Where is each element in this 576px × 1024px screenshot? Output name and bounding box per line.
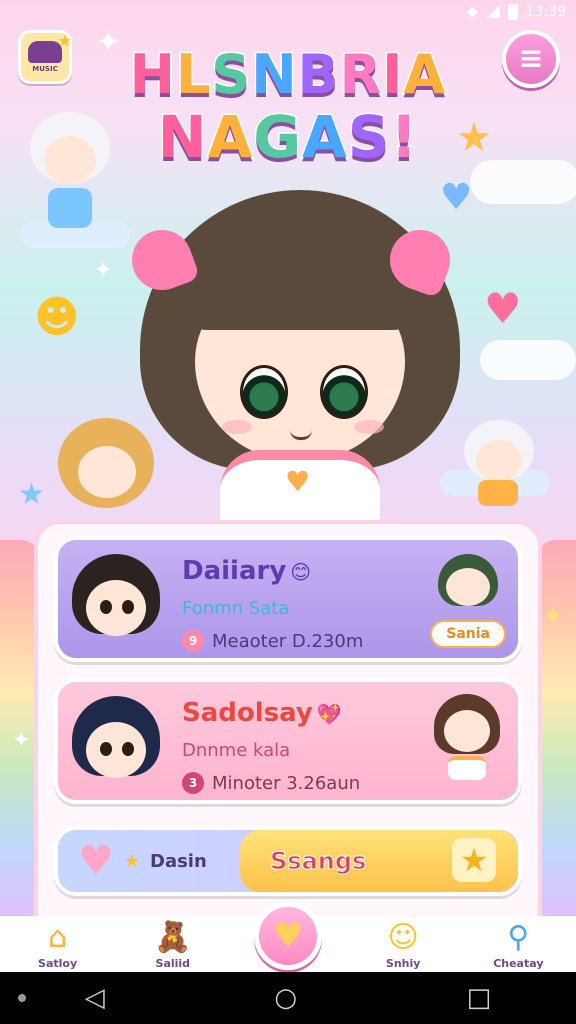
sparkle-icon: ✦ [542,602,564,632]
sparkle-icon: ✦ [12,728,31,753]
hero-character: ♥ [123,180,460,520]
status-time: 13:39 [525,4,566,20]
card-meta: 9 Meaoter D.230m [182,630,363,652]
nav-label: Cheatay [493,957,544,970]
nav-item-home[interactable]: ⌂ Satloy [13,920,103,971]
heart-icon: ♥ [285,465,311,498]
nav-item-bear[interactable]: 🧸 Saliid [128,920,218,971]
nav-item-search[interactable]: ⚲ Cheatay [473,920,563,971]
cloud-decoration [480,340,576,380]
star-icon: ★ [123,850,140,872]
card-subtitle: Fonmn Sata [182,598,290,619]
nav-label: Satloy [38,957,78,970]
card-tag-button[interactable]: Sania [430,620,506,648]
cloud-decoration [470,160,576,204]
signal-icon [485,6,500,18]
card-meta: 3 Minoter 3.26aun [182,772,360,794]
heart-icon: ♥ [272,916,304,956]
star-icon: ★ [18,477,45,512]
chibi-character-white-hair [30,112,120,232]
card-subtitle: Dnnme kala [182,740,291,761]
nav-label: Snhiy [385,957,421,970]
songs-button[interactable]: Ssangs ★ [240,830,518,892]
card-name: Sadolsay 💖 [182,698,342,728]
back-icon[interactable]: ◁ [85,983,105,1013]
emoji-icon: 💖 [316,702,342,726]
character-card[interactable]: Daiiary 😊 Fonmn Sata 9 Meaoter D.230m San… [54,536,522,662]
action-bar: ♥ ★ Dasin Ssangs ★ [54,826,522,896]
wifi-icon: ◆ [466,4,478,20]
songs-label: Ssangs [269,847,367,876]
nav-label: Saliid [155,957,191,970]
search-icon: ⚲ [507,919,530,955]
sparkle-icon: ✦ [96,25,122,60]
indicator-dot-icon [18,994,26,1002]
smile-sticker-icon: ☻ [34,292,80,343]
heart-icon: ♥ [78,838,114,884]
avatar [68,550,164,650]
left-action-button[interactable]: ♥ ★ Dasin [58,830,248,892]
title-line-1: HLSNBRIA [128,43,447,106]
home-circle-icon[interactable]: ○ [274,983,297,1013]
recents-icon[interactable]: □ [467,983,492,1013]
battery-icon [507,4,518,20]
left-action-label: Dasin [150,850,207,872]
meta-badge-icon: 3 [182,772,204,794]
card-name: Daiiary 😊 [182,556,312,586]
chibi-character-brown-hair [424,688,508,784]
status-bar: ◆ 13:39 [0,0,576,24]
chibi-character-right [460,420,540,510]
nav-item-smile[interactable]: ☺ Snhiy [358,920,448,971]
sparkle-icon: ✦ [94,258,113,283]
heart-icon: ♥ [484,284,522,333]
bear-icon: 🧸 [154,919,192,955]
avatar [68,692,164,792]
meta-text: Meaoter D.230m [212,630,364,652]
home-icon: ⌂ [48,919,68,955]
system-navigation-bar: ◁ ○ □ [0,972,576,1024]
meta-text: Minoter 3.26aun [212,772,361,794]
character-card[interactable]: Sadolsay 💖 Dnnme kala 3 Minoter 3.26aun [54,678,522,804]
center-heart-button[interactable]: ♥ [254,902,322,970]
star-icon: ★ [452,838,496,882]
meta-badge-icon: 9 [182,630,204,652]
star-icon: ★ [456,115,492,161]
rainbow-right-decoration [536,540,576,920]
smile-icon: ☺ [387,919,419,955]
emoji-icon: 😊 [290,560,312,584]
